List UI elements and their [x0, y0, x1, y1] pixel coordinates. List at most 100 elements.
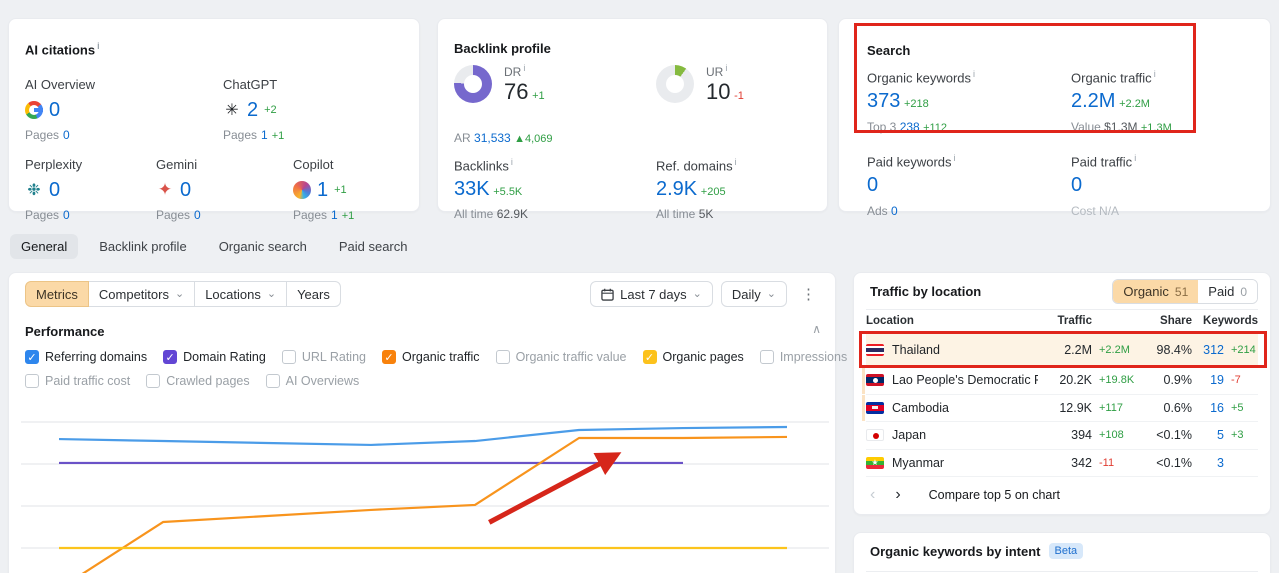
- date-range-dropdown[interactable]: Last 7 days ⌄: [590, 281, 713, 307]
- keywords-by-intent-card: Organic keywords by intent Beta: [853, 532, 1271, 573]
- checkbox[interactable]: [381, 350, 396, 364]
- traffic-table: Location Traffic Share Keywords Thailand…: [859, 309, 1267, 477]
- checkbox[interactable]: [265, 374, 280, 388]
- backlinks-value[interactable]: 33K: [454, 178, 490, 200]
- ai-item-gemini: Gemini ✦ 0 Pages 0: [156, 157, 286, 222]
- competitors-dropdown[interactable]: Competitors ⌄: [87, 281, 196, 307]
- domain-rating-donut: [454, 65, 492, 103]
- metric-organic-pages[interactable]: Organic pages: [642, 350, 744, 364]
- previous-page-icon[interactable]: ‹: [870, 487, 875, 503]
- ref-domains-delta: +205: [700, 186, 726, 199]
- organic-keywords-stat: Organic keywords i 373 +218 Top 3 238 +11…: [867, 69, 976, 135]
- metric-organic-traffic[interactable]: Organic traffic: [381, 350, 480, 364]
- pages-count[interactable]: 0: [63, 128, 70, 142]
- checkbox[interactable]: [759, 350, 774, 364]
- table-row-japan[interactable]: Japan 394 +108 <0.1% 5 +3: [866, 422, 1258, 450]
- beta-badge: Beta: [1048, 543, 1084, 559]
- pages-count[interactable]: 0: [194, 208, 201, 222]
- metrics-button[interactable]: Metrics: [25, 281, 89, 307]
- ai-citations-count[interactable]: 0: [180, 179, 191, 202]
- traffic-table-footer: ‹ › Compare top 5 on chart: [870, 487, 1060, 503]
- url-rating: UR i 10 -1: [706, 63, 744, 104]
- toggle-paid[interactable]: Paid 0: [1198, 280, 1257, 303]
- backlinks-stat: Backlinks i 33K +5.5K All time 62.9K: [454, 157, 529, 222]
- checkbox[interactable]: [25, 350, 39, 364]
- tab-backlink-profile[interactable]: Backlink profile: [88, 234, 197, 259]
- ai-item-ai-overview: AI Overview 0 Pages 0: [25, 77, 155, 142]
- checkbox[interactable]: [495, 350, 510, 364]
- info-icon[interactable]: i: [735, 157, 737, 167]
- next-page-icon[interactable]: ›: [889, 487, 900, 503]
- copilot-icon: [293, 181, 311, 199]
- keywords-link[interactable]: 5: [1192, 428, 1224, 442]
- info-icon[interactable]: i: [954, 153, 956, 163]
- ai-item-perplexity: Perplexity ❉ 0 Pages 0: [25, 157, 155, 222]
- info-icon[interactable]: i: [97, 41, 100, 51]
- keywords-link[interactable]: 3: [1192, 456, 1224, 470]
- metric-checkboxes-row2: Paid traffic cost Crawled pages AI Overv…: [25, 374, 823, 388]
- metric-impressions[interactable]: Impressions: [759, 350, 847, 364]
- pages-count[interactable]: 0: [63, 208, 70, 222]
- info-icon[interactable]: i: [523, 63, 525, 73]
- tab-paid-search[interactable]: Paid search: [328, 234, 419, 259]
- checkbox[interactable]: [146, 374, 161, 388]
- metric-url-rating[interactable]: URL Rating: [281, 350, 366, 364]
- traffic-by-location-card: Traffic by location Organic 51 Paid 0 Loca…: [853, 272, 1271, 515]
- keywords-by-intent-title: Organic keywords by intent: [870, 543, 1041, 559]
- ai-item-chatgpt: ChatGPT ✳ 2 +2 Pages 1 +1: [223, 77, 353, 142]
- metric-referring-domains[interactable]: Referring domains: [25, 350, 147, 364]
- paid-keywords-value[interactable]: 0: [867, 174, 878, 196]
- table-row-laos[interactable]: Lao People's Democratic Reput 20.2K +19.…: [862, 367, 1258, 395]
- info-icon[interactable]: i: [973, 69, 975, 79]
- info-icon[interactable]: i: [1154, 69, 1156, 79]
- info-icon[interactable]: i: [725, 63, 727, 73]
- ai-citations-count[interactable]: 1: [317, 179, 328, 202]
- organic-keywords-value[interactable]: 373: [867, 90, 900, 112]
- site-explorer-overview: AI citations i AI Overview 0 Pages 0 ChatG…: [0, 0, 1279, 573]
- toggle-organic[interactable]: Organic 51: [1113, 280, 1199, 303]
- granularity-dropdown[interactable]: Daily ⌄: [720, 281, 787, 307]
- ai-citations-count[interactable]: 2: [247, 99, 258, 122]
- metric-paid-traffic-cost[interactable]: Paid traffic cost: [25, 374, 130, 388]
- checkbox[interactable]: [25, 374, 39, 388]
- metric-domain-rating[interactable]: Domain Rating: [163, 350, 266, 364]
- metric-crawled-pages[interactable]: Crawled pages: [146, 374, 250, 388]
- organic-traffic-delta: +2.2M: [1119, 98, 1150, 111]
- more-options-button[interactable]: ⋮: [795, 285, 823, 303]
- tab-organic-search[interactable]: Organic search: [208, 234, 318, 259]
- years-button[interactable]: Years: [286, 281, 341, 307]
- checkbox[interactable]: [281, 350, 296, 364]
- performance-card: Metrics Competitors ⌄ Locations ⌄ Years La…: [8, 272, 942, 573]
- paid-traffic-value[interactable]: 0: [1071, 174, 1082, 196]
- pages-label: Pages: [156, 208, 191, 222]
- pages-count[interactable]: 1: [261, 128, 268, 142]
- ai-citations-count[interactable]: 0: [49, 179, 60, 202]
- tab-general[interactable]: General: [10, 234, 79, 259]
- checkbox[interactable]: [163, 350, 178, 364]
- table-row-myanmar[interactable]: Myanmar 342 -11 <0.1% 3: [866, 450, 1258, 477]
- keywords-link[interactable]: 16: [1192, 401, 1224, 415]
- metric-organic-traffic-value[interactable]: Organic traffic value: [495, 350, 627, 364]
- table-row-cambodia[interactable]: Cambodia 12.9K +117 0.6% 16 +5: [862, 394, 1258, 422]
- info-icon[interactable]: i: [1134, 153, 1136, 163]
- ai-item-copilot: Copilot 1 +1 Pages 1 +1: [293, 157, 423, 222]
- top3-value[interactable]: 238: [900, 120, 920, 134]
- info-icon[interactable]: i: [511, 157, 513, 167]
- table-row-thailand[interactable]: Thailand 2.2M +2.2M 98.4% 312 +214: [859, 331, 1267, 368]
- collapse-chevron-icon[interactable]: ∧: [812, 322, 821, 336]
- metric-ai-overviews[interactable]: AI Overviews: [265, 374, 359, 388]
- search-title: Search: [867, 43, 911, 58]
- pages-count[interactable]: 1: [331, 208, 338, 222]
- gemini-icon: ✦: [157, 180, 173, 199]
- checkbox[interactable]: [642, 350, 657, 364]
- keywords-link[interactable]: 19: [1192, 373, 1224, 387]
- locations-dropdown[interactable]: Locations ⌄: [194, 281, 288, 307]
- ai-citations-count[interactable]: 0: [49, 99, 60, 122]
- ads-count[interactable]: 0: [891, 204, 898, 218]
- compare-top5-link[interactable]: Compare top 5 on chart: [929, 488, 1060, 502]
- section-tabs: General Backlink profile Organic search …: [10, 234, 419, 259]
- keywords-link[interactable]: 312: [1192, 343, 1224, 357]
- organic-traffic-value[interactable]: 2.2M: [1071, 90, 1115, 112]
- ref-domains-value[interactable]: 2.9K: [656, 178, 697, 200]
- ar-value[interactable]: 31,533: [474, 131, 511, 145]
